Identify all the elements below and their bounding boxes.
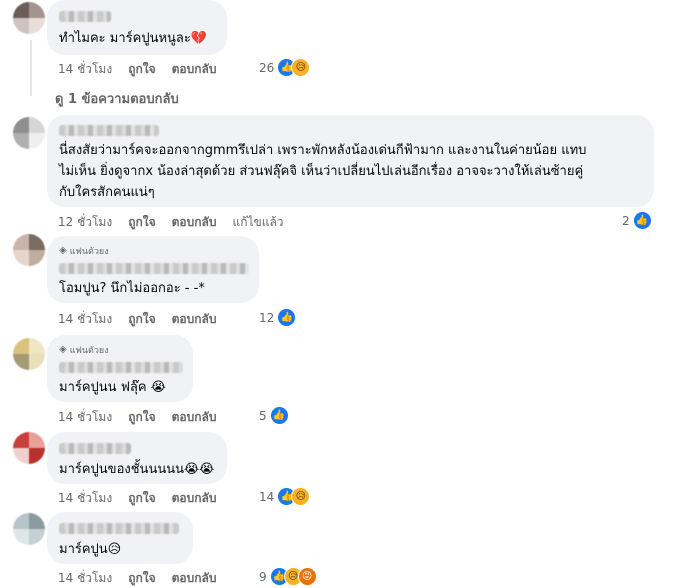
like-icon: 👍 — [632, 211, 652, 230]
commenter-name[interactable] — [59, 263, 249, 274]
comment-bubble: นี่สงสัยว่ามาร์คจะออกจากgmmรึเปล่า เพราะ… — [47, 115, 654, 207]
comment-text-line: กับใครสักคนแน่ๆ — [59, 185, 155, 200]
comment-actions: 14 ชั่วโมง ถูกใจ ตอบกลับ — [58, 569, 232, 588]
diamond-icon: ◈ — [59, 344, 67, 355]
reaction-summary[interactable]: 26 👍 😥 — [259, 58, 311, 77]
reply-button[interactable]: ตอบกลับ — [172, 489, 217, 508]
reaction-count: 12 — [259, 310, 275, 325]
reaction-count: 9 — [259, 569, 267, 584]
reaction-count: 5 — [259, 408, 267, 423]
top-fan-label: แฟนตัวยง — [69, 246, 109, 257]
comment-text: มาร์คปูนน ฟลุ๊ค 😭 — [59, 380, 166, 395]
like-button[interactable]: ถูกใจ — [128, 60, 155, 79]
sad-icon: 😥 — [291, 487, 311, 506]
comment-text: ทำไมคะ มาร์คปูนหนูละ💔 — [59, 31, 208, 46]
reaction-summary[interactable]: 14 👍 😥 — [259, 487, 311, 506]
top-fan-badge: ◈ แฟนตัวยง — [59, 244, 247, 257]
commenter-name[interactable] — [59, 362, 183, 373]
comment-actions: 12 ชั่วโมง ถูกใจ ตอบกลับ แก้ไขแล้ว — [58, 213, 300, 232]
comment-actions: 14 ชั่วโมง ถูกใจ ตอบกลับ — [58, 489, 232, 508]
avatar[interactable] — [13, 117, 45, 149]
diamond-icon: ◈ — [59, 245, 67, 256]
comment-bubble: มาร์คปูนของชั้นนนนน😭😭 — [47, 432, 227, 484]
comment-text-line: นี่สงสัยว่ามาร์คจะออกจากgmmรึเปล่า เพราะ… — [59, 143, 587, 158]
commenter-name[interactable] — [59, 523, 179, 534]
like-button[interactable]: ถูกใจ — [128, 408, 155, 427]
reaction-count: 2 — [622, 213, 630, 228]
like-icon: 👍 — [277, 308, 297, 327]
like-button[interactable]: ถูกใจ — [128, 489, 155, 508]
comment-actions: 14 ชั่วโมง ถูกใจ ตอบกลับ — [58, 310, 232, 329]
like-button[interactable]: ถูกใจ — [128, 213, 155, 232]
comment-time[interactable]: 14 ชั่วโมง — [58, 60, 112, 79]
comment-time[interactable]: 12 ชั่วโมง — [58, 213, 112, 232]
comment-bubble: มาร์คปูน😥 — [47, 512, 193, 564]
comment-actions: 14 ชั่วโมง ถูกใจ ตอบกลับ — [58, 408, 232, 427]
reaction-summary[interactable]: 5 👍 — [259, 406, 289, 425]
reaction-summary[interactable]: 2 👍 — [622, 211, 652, 230]
angry-icon: 😡 — [297, 567, 317, 586]
avatar[interactable] — [13, 432, 45, 464]
reply-button[interactable]: ตอบกลับ — [172, 213, 217, 232]
avatar[interactable] — [13, 234, 45, 266]
reaction-count: 26 — [259, 60, 275, 75]
avatar[interactable] — [13, 513, 45, 545]
comment-text: โอมปูน? นึกไม่ออกอะ - -* — [59, 281, 205, 296]
sad-icon: 😥 — [291, 58, 311, 77]
comment-text: มาร์คปูนของชั้นนนนน😭😭 — [59, 462, 215, 477]
comment-time[interactable]: 14 ชั่วโมง — [58, 310, 112, 329]
reply-button[interactable]: ตอบกลับ — [172, 569, 217, 588]
comment-text-line: ไม่เห็น ยิ่งดูจากx น้องล่าสุดด้วย ส่วนฟล… — [59, 164, 584, 179]
view-replies-link[interactable]: ดู 1 ข้อความตอบกลับ — [55, 88, 179, 109]
reply-button[interactable]: ตอบกลับ — [172, 60, 217, 79]
comment-bubble: ทำไมคะ มาร์คปูนหนูละ💔 — [47, 0, 227, 55]
comment-time[interactable]: 14 ชั่วโมง — [58, 569, 112, 588]
reaction-summary[interactable]: 9 👍 😥 😡 — [259, 567, 317, 586]
like-button[interactable]: ถูกใจ — [128, 310, 155, 329]
top-fan-badge: ◈ แฟนตัวยง — [59, 343, 181, 356]
commenter-name[interactable] — [59, 443, 131, 454]
reply-button[interactable]: ตอบกลับ — [172, 310, 217, 329]
avatar[interactable] — [13, 338, 45, 370]
comment-bubble: ◈ แฟนตัวยง โอมปูน? นึกไม่ออกอะ - -* — [47, 236, 259, 303]
like-button[interactable]: ถูกใจ — [128, 569, 155, 588]
comment-text: มาร์คปูน😥 — [59, 542, 122, 557]
like-icon: 👍 — [269, 406, 289, 425]
edited-label[interactable]: แก้ไขแล้ว — [232, 213, 283, 232]
comment-actions: 14 ชั่วโมง ถูกใจ ตอบกลับ — [58, 60, 232, 79]
reaction-count: 14 — [259, 489, 275, 504]
commenter-name[interactable] — [59, 11, 111, 22]
reaction-summary[interactable]: 12 👍 — [259, 308, 297, 327]
avatar[interactable] — [13, 2, 45, 34]
comment-time[interactable]: 14 ชั่วโมง — [58, 408, 112, 427]
thread-line — [30, 40, 32, 96]
commenter-name[interactable] — [59, 125, 159, 136]
comment-bubble: ◈ แฟนตัวยง มาร์คปูนน ฟลุ๊ค 😭 — [47, 335, 193, 402]
reply-button[interactable]: ตอบกลับ — [172, 408, 217, 427]
top-fan-label: แฟนตัวยง — [69, 345, 109, 356]
comment-time[interactable]: 14 ชั่วโมง — [58, 489, 112, 508]
